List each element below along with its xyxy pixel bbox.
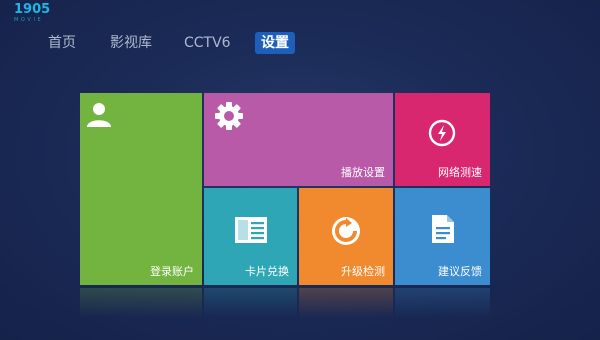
tile-upgrade-check[interactable]: 升级检测	[299, 188, 393, 285]
logo-mark: 1905	[14, 2, 51, 17]
tile-card-reflection	[204, 288, 297, 318]
card-icon	[235, 217, 267, 243]
user-icon	[87, 103, 111, 127]
tile-account-reflection	[80, 288, 202, 318]
tile-feedback-label: 建议反馈	[438, 265, 482, 278]
tab-library[interactable]: 影视库	[110, 30, 152, 56]
tile-playback-settings-label: 播放设置	[341, 166, 385, 179]
logo-subtext: M O V I E	[14, 17, 42, 23]
tile-card-redeem[interactable]: 卡片兑换	[204, 188, 297, 285]
refresh-icon	[332, 217, 360, 245]
tile-account[interactable]: 登录账户	[80, 93, 202, 285]
gear-icon	[215, 102, 243, 130]
tile-feedback-reflection	[395, 288, 490, 318]
tab-cctv6[interactable]: CCTV6	[184, 30, 231, 56]
tab-settings[interactable]: 设置	[255, 32, 295, 54]
app-logo: 1905 M O V I E	[14, 2, 51, 29]
tile-upgrade-check-label: 升级检测	[341, 265, 385, 278]
tile-playback-settings[interactable]: 播放设置	[204, 93, 393, 186]
speed-icon	[428, 119, 456, 147]
tile-network-speed[interactable]: 网络测速	[395, 93, 490, 186]
top-nav: 首页 影视库 CCTV6 设置	[0, 30, 600, 56]
tile-network-speed-label: 网络测速	[438, 166, 482, 179]
tile-upgrade-reflection	[299, 288, 393, 318]
tab-home[interactable]: 首页	[48, 30, 76, 56]
tile-card-redeem-label: 卡片兑换	[245, 265, 289, 278]
document-icon	[432, 215, 454, 243]
tile-feedback[interactable]: 建议反馈	[395, 188, 490, 285]
tile-account-label: 登录账户	[150, 265, 194, 278]
